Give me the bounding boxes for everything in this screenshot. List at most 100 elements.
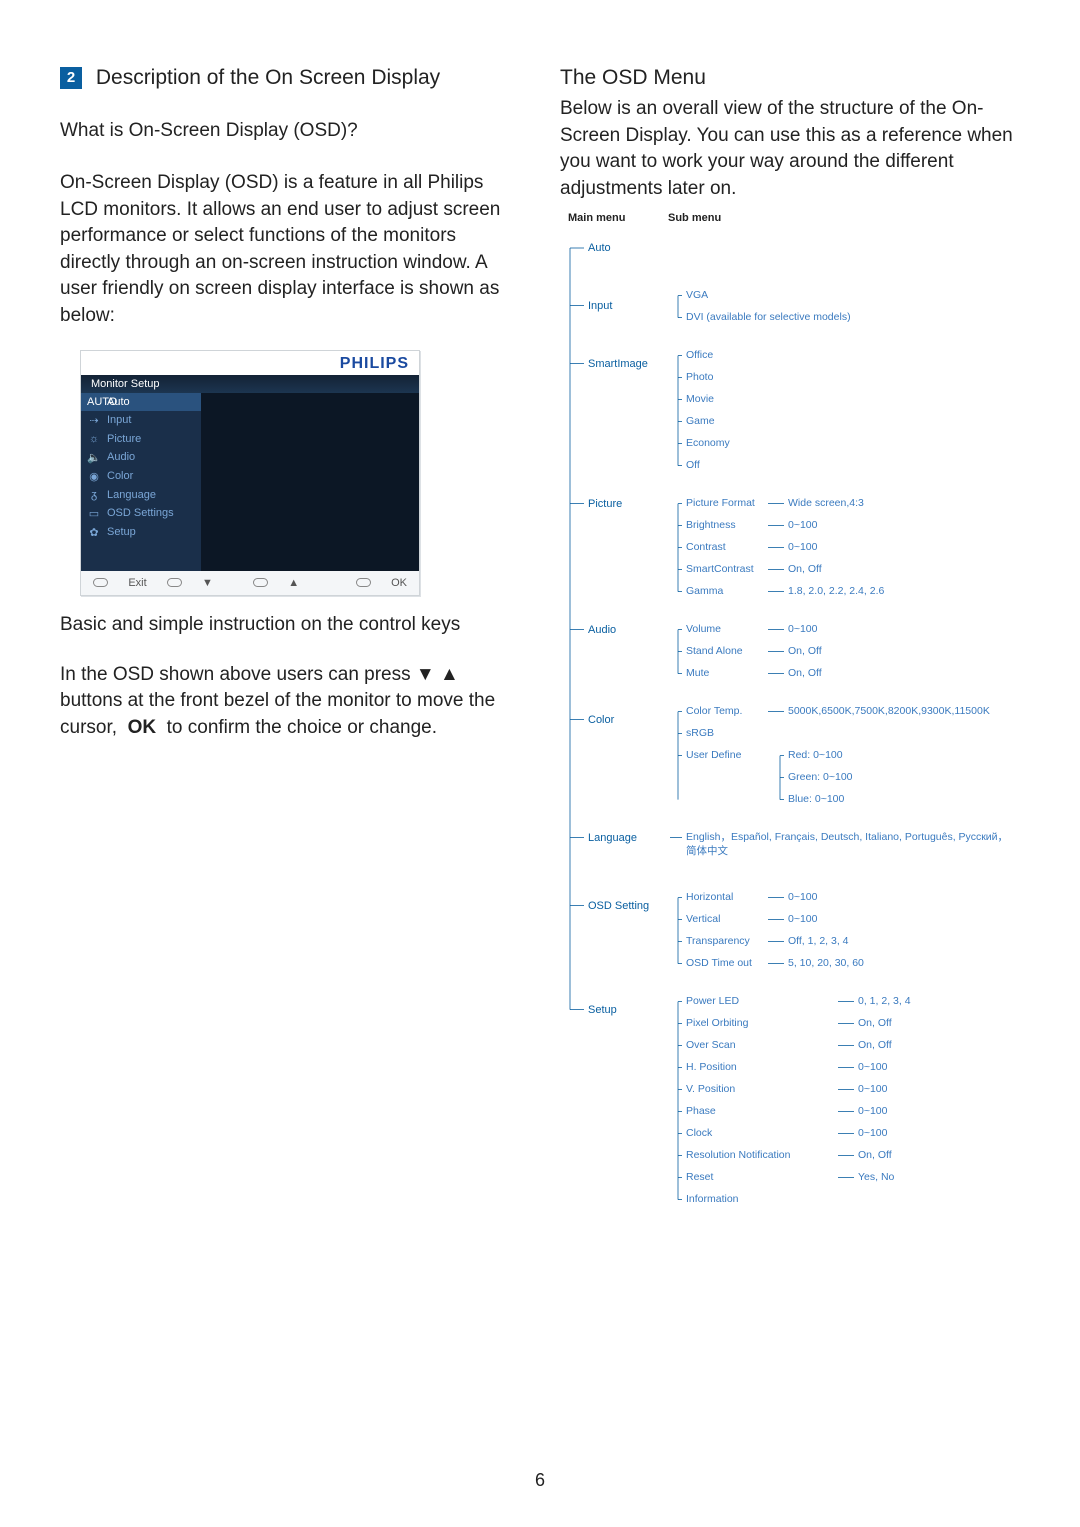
tree-color-sub: Green: 0~100	[788, 771, 853, 785]
tree-setup-value: Yes, No	[858, 1171, 894, 1185]
body-paragraph-1: On-Screen Display (OSD) is a feature in …	[60, 170, 520, 330]
tree-setup-item: Resolution Notification	[686, 1149, 790, 1163]
osd-menu-item[interactable]: 🔈Audio	[81, 448, 201, 467]
tree-osdsetting-value: Off, 1, 2, 3, 4	[788, 935, 849, 949]
osd-menu-heading: The OSD Menu	[560, 66, 1020, 90]
osd-menu-item[interactable]: ◉Color	[81, 467, 201, 486]
osd-settings-icon: ▭	[87, 507, 101, 520]
osd-menu-item[interactable]: ☼Picture	[81, 430, 201, 448]
right-body: Below is an overall view of the structur…	[560, 96, 1020, 202]
tree-setup-item: Pixel Orbiting	[686, 1017, 748, 1031]
tree-color-item: Color Temp.	[686, 705, 742, 719]
color-icon: ◉	[87, 470, 101, 483]
tree-osdsetting-item: Vertical	[686, 913, 720, 927]
tree-input-item: VGA	[686, 289, 708, 303]
tree-picture-value: On, Off	[788, 563, 822, 577]
tree-picture-value: Wide screen,4:3	[788, 497, 864, 511]
tree-color-item: sRGB	[686, 727, 714, 741]
tree-input-item: DVI (available for selective models)	[686, 311, 851, 325]
down-arrow-icon: ▼	[202, 577, 213, 589]
picture-icon: ☼	[87, 433, 101, 445]
tree-setup-value: 0~100	[858, 1083, 888, 1097]
osd-menu-item[interactable]: ⇢Input	[81, 411, 201, 430]
tree-audio-item: Mute	[686, 667, 709, 681]
tree-audio: Audio	[588, 623, 616, 637]
page-number: 6	[0, 1470, 1080, 1491]
tree-setup-item: H. Position	[686, 1061, 737, 1075]
tree-setup-item: Power LED	[686, 995, 739, 1009]
sub-menu-header: Sub menu	[668, 212, 721, 224]
right-column: The OSD Menu Below is an overall view of…	[560, 60, 1020, 1320]
tree-picture-item: Contrast	[686, 541, 726, 555]
down-key-icon	[167, 578, 182, 587]
tree-smartimage-item: Photo	[686, 371, 713, 385]
main-menu-header: Main menu	[568, 212, 634, 224]
tree-audio-item: Stand Alone	[686, 645, 743, 659]
left-column: 2 Description of the On Screen Display W…	[60, 60, 520, 1320]
input-icon: ⇢	[87, 414, 101, 427]
tree-osdsetting-value: 0~100	[788, 913, 818, 927]
osd-window: PHILIPS Monitor Setup AUTOAuto ⇢Input ☼P…	[80, 350, 420, 596]
tree-setup-value: 0~100	[858, 1127, 888, 1141]
exit-label: Exit	[128, 577, 146, 589]
tree-picture-item: SmartContrast	[686, 563, 754, 577]
language-icon: ᵹ	[87, 489, 101, 501]
question-heading: What is On-Screen Display (OSD)?	[60, 120, 520, 142]
tree-setup-value: 0~100	[858, 1061, 888, 1075]
osd-menu-item[interactable]: ᵹLanguage	[81, 486, 201, 504]
tree-audio-value: On, Off	[788, 667, 822, 681]
menu-tree: AutoInputVGADVI (available for selective…	[560, 230, 1020, 1320]
tree-setup-value: On, Off	[858, 1149, 892, 1163]
ok-key-icon	[356, 578, 371, 587]
tree-setup-item: Information	[686, 1193, 739, 1207]
tree-input: Input	[588, 299, 612, 313]
osd-menu-item[interactable]: AUTOAuto	[81, 393, 201, 411]
tree-picture: Picture	[588, 497, 622, 511]
tree-picture-value: 0~100	[788, 519, 818, 533]
tree-smartimage-item: Game	[686, 415, 715, 429]
osd-menu-item[interactable]: ✿Setup	[81, 523, 201, 542]
osd-header: Monitor Setup	[81, 375, 419, 393]
osd-menu-item[interactable]: ▭OSD Settings	[81, 504, 201, 523]
tree-audio-item: Volume	[686, 623, 721, 637]
tree-color: Color	[588, 713, 614, 727]
osd-footer: Exit ▼ ▲ OK	[81, 571, 419, 595]
tree-smartimage-item: Off	[686, 459, 700, 473]
tree-setup-item: Phase	[686, 1105, 716, 1119]
section-title-text: Description of the On Screen Display	[96, 66, 440, 89]
audio-icon: 🔈	[87, 451, 101, 464]
osd-brand: PHILIPS	[81, 351, 419, 375]
tree-audio-value: On, Off	[788, 645, 822, 659]
basic-body: In the OSD shown above users can press ▼…	[60, 662, 520, 742]
tree-header: Main menu Sub menu	[568, 212, 1020, 224]
tree-setup-value: 0, 1, 2, 3, 4	[858, 995, 911, 1009]
tree-smartimage-item: Office	[686, 349, 713, 363]
basic-heading: Basic and simple instruction on the cont…	[60, 614, 520, 636]
up-arrow-icon: ▲	[288, 577, 299, 589]
tree-setup-item: Clock	[686, 1127, 712, 1141]
auto-icon: AUTO	[87, 396, 101, 408]
tree-picture-item: Picture Format	[686, 497, 755, 511]
osd-menu: AUTOAuto ⇢Input ☼Picture 🔈Audio ◉Color ᵹ…	[81, 393, 201, 571]
setup-icon: ✿	[87, 526, 101, 539]
tree-picture-item: Brightness	[686, 519, 736, 533]
tree-color-sub: Red: 0~100	[788, 749, 843, 763]
tree-smartimage: SmartImage	[588, 357, 648, 371]
tree-setup-value: On, Off	[858, 1039, 892, 1053]
tree-osdsetting: OSD Setting	[588, 899, 649, 913]
ok-label: OK	[391, 577, 407, 589]
tree-color-value: 5000K,6500K,7500K,8200K,9300K,11500K	[788, 705, 990, 719]
tree-color-item: User Define	[686, 749, 741, 763]
tree-setup-item: Reset	[686, 1171, 713, 1185]
tree-osdsetting-item: Transparency	[686, 935, 750, 949]
tree-smartimage-item: Movie	[686, 393, 714, 407]
tree-audio-value: 0~100	[788, 623, 818, 637]
tree-setup-value: On, Off	[858, 1017, 892, 1031]
tree-language-value: English，Español, Français, Deutsch, Ital…	[686, 831, 1016, 858]
tree-osdsetting-value: 5, 10, 20, 30, 60	[788, 957, 864, 971]
tree-picture-item: Gamma	[686, 585, 723, 599]
section-number: 2	[60, 67, 82, 89]
osd-preview	[201, 393, 419, 571]
tree-osdsetting-item: Horizontal	[686, 891, 733, 905]
tree-setup: Setup	[588, 1003, 617, 1017]
